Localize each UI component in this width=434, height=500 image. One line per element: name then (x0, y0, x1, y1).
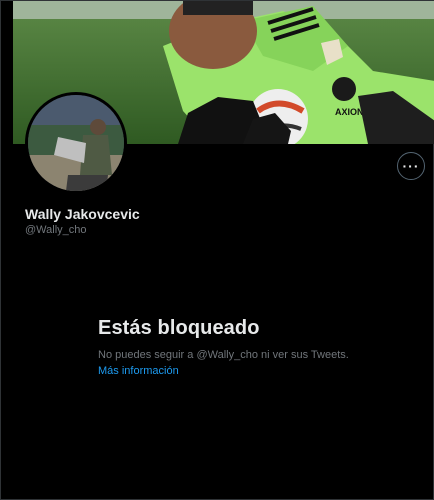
blocked-title: Estás bloqueado (98, 317, 260, 339)
more-info-link[interactable]: Más información (98, 365, 179, 377)
blocked-notice: Estás bloqueado No puedes seguir a @Wall… (98, 317, 398, 379)
profile-avatar[interactable] (25, 92, 127, 194)
blocked-description: No puedes seguir a @Wally_cho ni ver sus… (98, 349, 349, 361)
banner-sponsor-text: AXION (335, 107, 364, 117)
profile-handle: @Wally_cho (25, 224, 87, 236)
more-options-button[interactable]: ··· (397, 152, 425, 180)
profile-display-name: Wally Jakovcevic (25, 206, 140, 222)
profile-page: AXION ··· Wally Jakovcevic @Wally_cho Es (0, 0, 434, 500)
